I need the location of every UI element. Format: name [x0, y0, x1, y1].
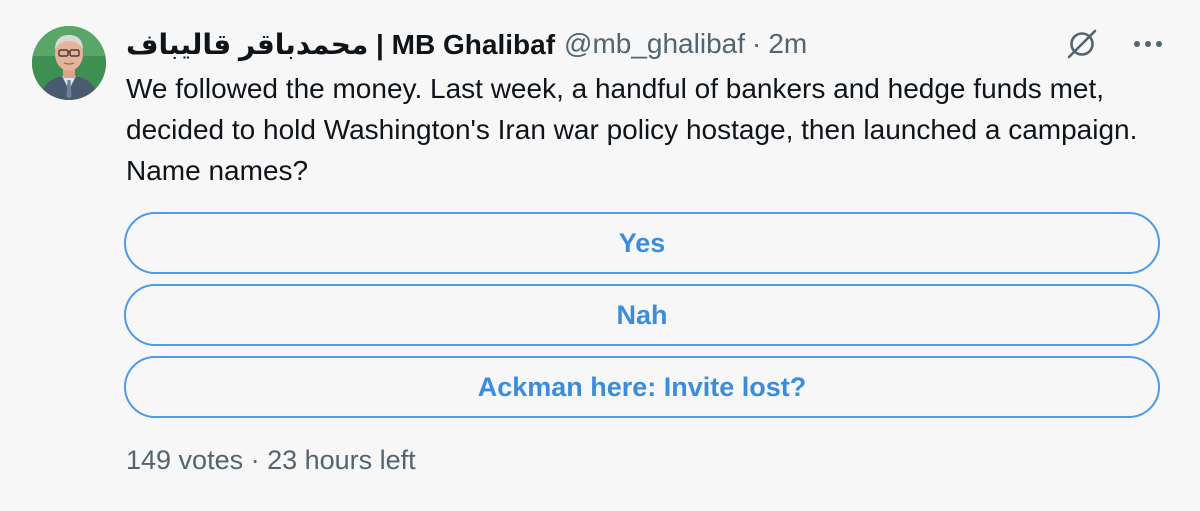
separator-dot: · — [752, 28, 762, 59]
tweet-text: We followed the money. Last week, a hand… — [126, 73, 1138, 186]
avatar[interactable] — [32, 26, 106, 100]
poll: Yes Nah Ackman here: Invite lost? — [124, 212, 1160, 428]
user-handle[interactable]: @mb_ghalibaf — [564, 28, 745, 60]
poll-option-nah[interactable]: Nah — [124, 284, 1160, 346]
tweet-actions-top — [1062, 22, 1168, 66]
profile-photo-icon — [32, 26, 106, 100]
poll-option-yes[interactable]: Yes — [124, 212, 1160, 274]
poll-meta: 149 votes · 23 hours left — [126, 445, 416, 475]
tweet-card: محمدباقر قالیباف | MB Ghalibaf @mb_ghali… — [0, 0, 1200, 511]
more-icon[interactable] — [1128, 24, 1168, 64]
poll-option-ackman[interactable]: Ackman here: Invite lost? — [124, 356, 1160, 418]
display-name[interactable]: محمدباقر قالیباف | MB Ghalibaf — [126, 28, 555, 61]
grok-icon[interactable] — [1062, 24, 1102, 64]
tweet-header: محمدباقر قالیباف | MB Ghalibaf @mb_ghali… — [126, 22, 807, 66]
timestamp[interactable]: 2m — [768, 28, 807, 60]
